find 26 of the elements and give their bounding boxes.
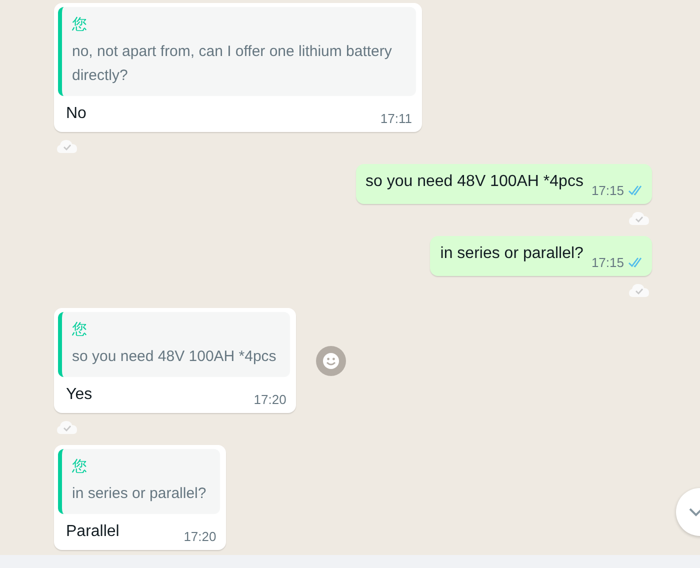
message-time: 17:15 <box>591 255 624 270</box>
quoted-message[interactable]: 您 so you need 48V 100AH *4pcs <box>58 312 290 377</box>
quote-text: so you need 48V 100AH *4pcs <box>72 347 276 367</box>
quote-author: 您 <box>72 457 88 476</box>
check-bubble-icon[interactable] <box>57 419 77 435</box>
emoji-button[interactable] <box>316 346 346 376</box>
message-time: 17:15 <box>591 183 624 198</box>
quote-text: no, not apart from, can I offer one lithium battery directly? <box>72 42 393 86</box>
message-text: Parallel <box>66 522 120 542</box>
message-text: in series or parallel? <box>440 244 584 264</box>
quote-author: 您 <box>72 320 88 339</box>
check-bubble-icon[interactable] <box>57 138 77 154</box>
quote-author: 您 <box>72 15 88 34</box>
quoted-message[interactable]: 您 in series or parallel? <box>58 449 220 514</box>
smiley-icon <box>322 352 340 370</box>
message-time: 17:11 <box>380 111 412 126</box>
check-bubble-icon[interactable] <box>629 282 649 298</box>
check-bubble-icon[interactable] <box>629 210 649 226</box>
message-text: so you need 48V 100AH *4pcs <box>366 172 584 192</box>
message-time: 17:20 <box>184 529 216 544</box>
chevron-down-icon <box>688 507 700 517</box>
message-text: Yes <box>66 385 92 405</box>
message-time: 17:20 <box>254 392 286 407</box>
message-text: No <box>66 104 86 124</box>
quote-text: in series or parallel? <box>72 484 206 504</box>
quoted-message[interactable]: 您 no, not apart from, can I offer one lithium battery directly? <box>58 7 416 96</box>
